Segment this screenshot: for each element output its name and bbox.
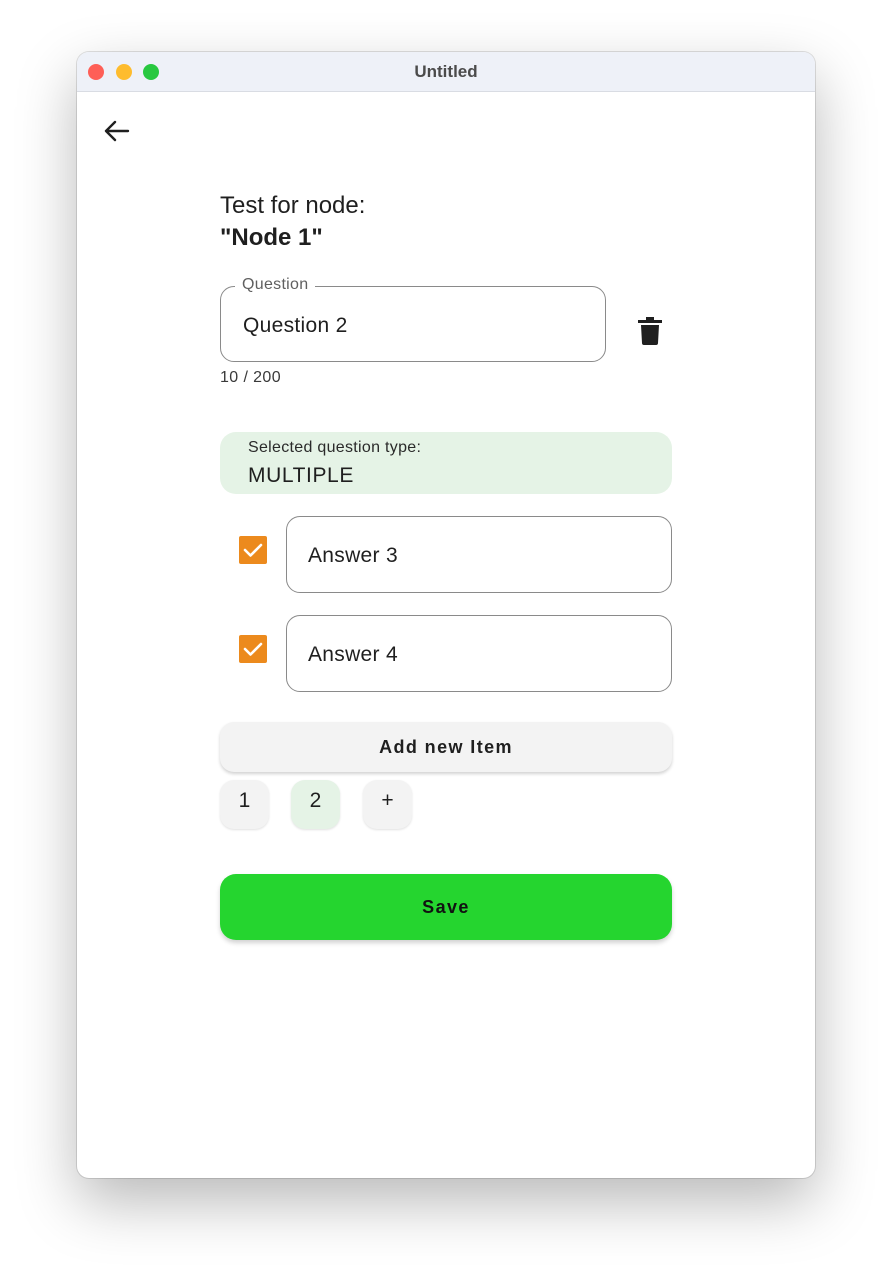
answer-row: Answer 4 [220,615,672,693]
add-question-button[interactable]: + [363,780,412,829]
checkmark-icon [243,642,263,656]
page-title-line: Test for node: [220,192,366,219]
add-new-item-button[interactable]: Add new Item [220,722,672,772]
question-type-selector[interactable]: Selected question type: MULTIPLE [220,432,672,494]
answer-input[interactable]: Answer 4 [286,615,672,692]
question-char-counter: 10 / 200 [220,369,282,386]
trash-icon [638,317,662,345]
node-name: "Node 1" [220,224,323,251]
question-type-label: Selected question type: [248,439,422,456]
delete-question-button[interactable] [637,317,663,345]
question-page-1[interactable]: 1 [220,780,269,829]
checkmark-icon [243,543,263,557]
window-title: Untitled [414,62,478,81]
question-input-value: Question 2 [243,314,348,337]
question-input[interactable]: Question Question 2 [220,276,606,362]
back-button[interactable] [101,116,131,146]
answer-checkbox[interactable] [239,536,267,564]
question-input-label: Question [235,276,316,294]
answer-checkbox[interactable] [239,635,267,663]
answer-input-value: Answer 4 [308,643,398,666]
save-button[interactable]: Save [220,874,672,940]
page-title: Test for node: "Node 1" [220,190,365,254]
question-page-2[interactable]: 2 [291,780,340,829]
title-bar: Untitled [77,52,815,92]
answer-row: Answer 3 [220,516,672,594]
answer-input[interactable]: Answer 3 [286,516,672,593]
answer-input-value: Answer 3 [308,544,398,567]
arrow-left-icon [104,120,130,142]
question-type-value: MULTIPLE [248,464,354,487]
app-window: Untitled Test for node: "Node 1" Questio… [77,52,815,1178]
